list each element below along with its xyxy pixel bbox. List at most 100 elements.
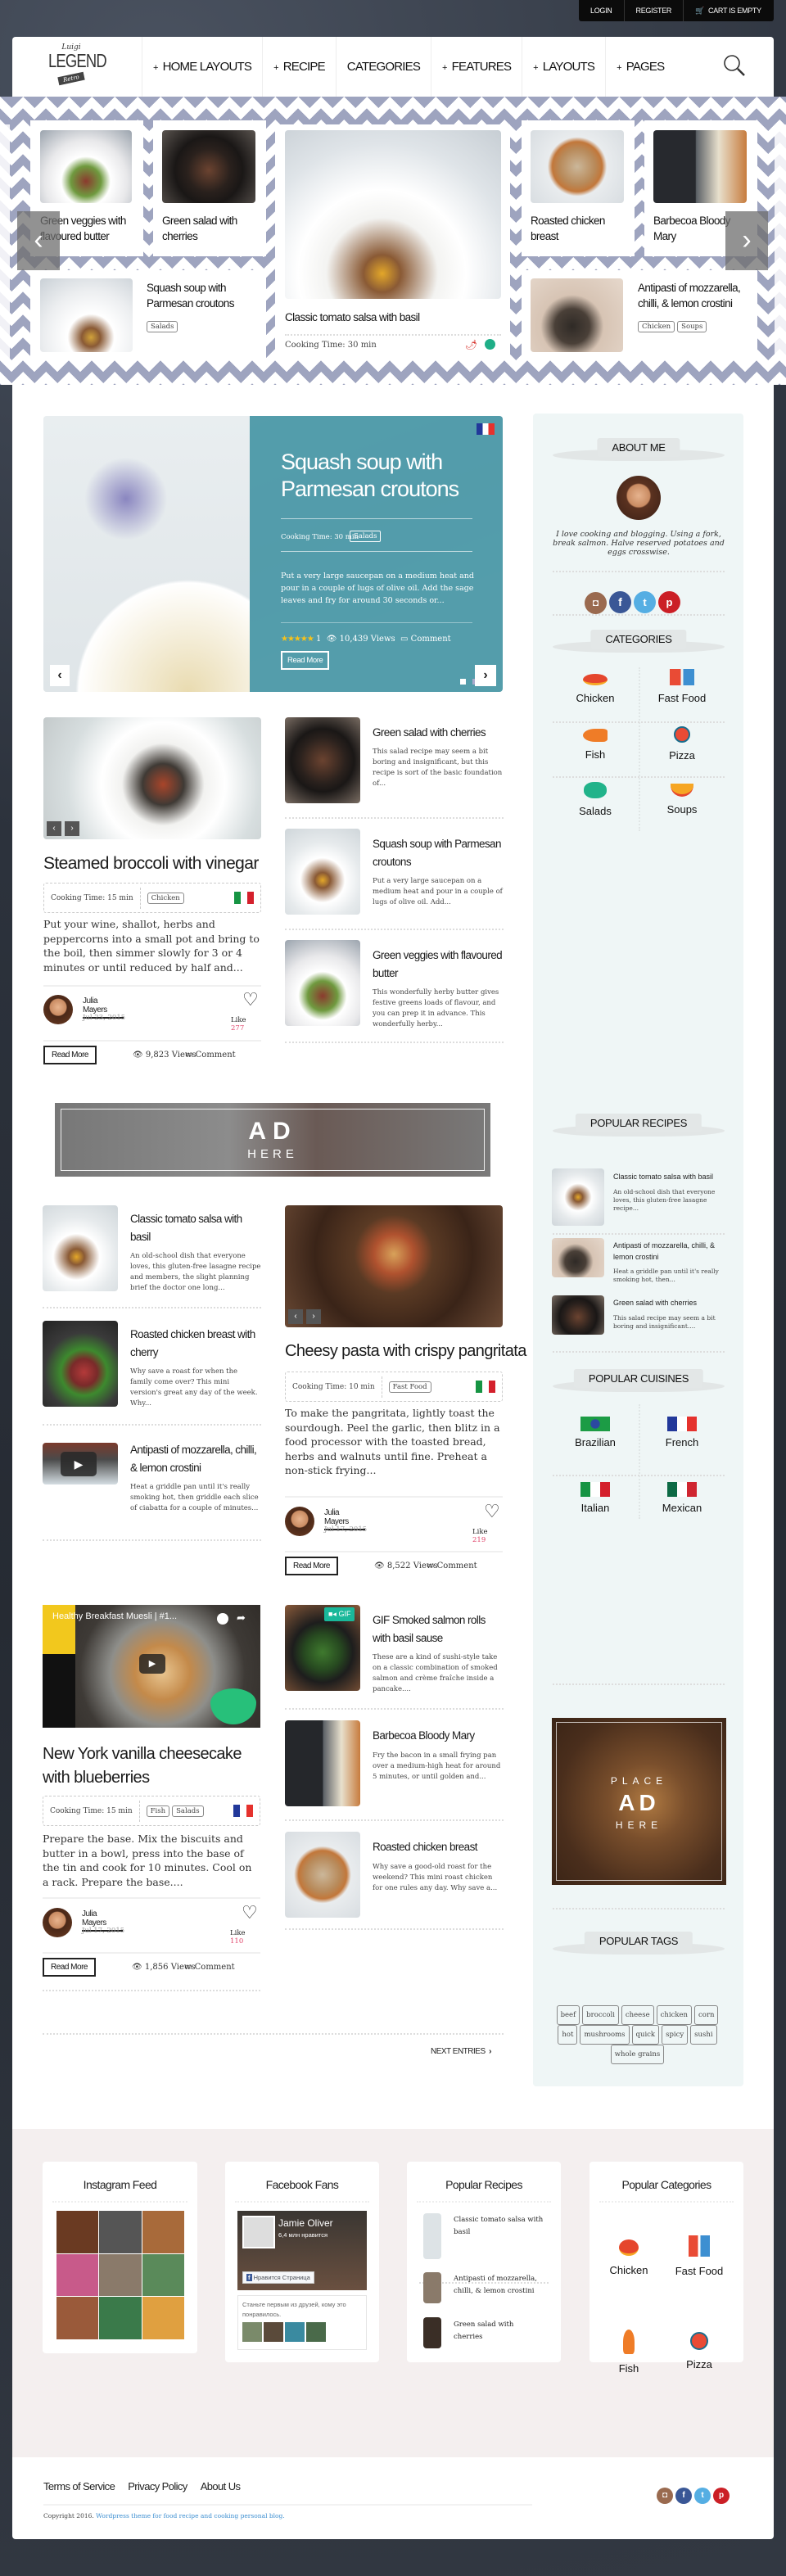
share-icon[interactable]: ➦ xyxy=(237,1611,246,1625)
cart-link[interactable]: 🛒 CART IS EMPTY xyxy=(684,0,773,21)
category-tag[interactable]: Fast Food xyxy=(388,1381,431,1393)
nav-recipe[interactable]: + RECIPE xyxy=(262,37,336,97)
slide-dot-active[interactable] xyxy=(460,679,466,685)
recipe-link[interactable]: Classic tomato salsa with basil xyxy=(454,2214,544,2239)
instagram-photo[interactable] xyxy=(99,2253,142,2297)
category-tag[interactable]: Fish xyxy=(146,1805,170,1817)
sidebar-ad[interactable]: PLACE AD HERE xyxy=(552,1718,726,1885)
facebook-icon[interactable]: f xyxy=(609,591,631,613)
category-salads[interactable]: Salads xyxy=(552,782,639,817)
list-thumb[interactable] xyxy=(285,1720,360,1806)
nav-features[interactable]: + FEATURES xyxy=(431,37,522,97)
recipe-link[interactable]: Green salad with cherries xyxy=(454,2319,544,2343)
login-link[interactable]: LOGIN xyxy=(579,0,625,21)
twitter-icon[interactable]: t xyxy=(694,2488,711,2504)
theme-link[interactable]: Wordpress theme for food recipe and cook… xyxy=(96,2512,285,2520)
nav-categories[interactable]: CATEGORIES xyxy=(335,37,431,97)
image-next-button[interactable]: › xyxy=(65,821,79,836)
list-title[interactable]: Barbecoa Bloody Mary xyxy=(373,1727,504,1745)
video-player[interactable]: Healthy Breakfast Muesli | #1... ▶ ➦ xyxy=(43,1605,260,1728)
nav-pages[interactable]: + PAGES xyxy=(605,37,675,97)
image-next-button[interactable]: › xyxy=(306,1309,321,1324)
read-more-button[interactable]: Read More xyxy=(43,1046,97,1064)
carousel-card[interactable]: Roasted chicken breast xyxy=(522,120,635,256)
instagram-icon[interactable]: ◘ xyxy=(585,592,607,614)
category-fast-food[interactable]: Fast Food xyxy=(666,2235,732,2277)
next-entries-link[interactable]: NEXT ENTRIES › xyxy=(431,2047,491,2056)
recipe-thumb[interactable] xyxy=(552,1168,604,1226)
instagram-photo[interactable] xyxy=(56,2297,99,2339)
image-prev-button[interactable]: ‹ xyxy=(288,1309,303,1324)
footer-link-about[interactable]: About Us xyxy=(201,2480,241,2492)
category-fish[interactable]: Fish xyxy=(596,2330,662,2375)
list-thumb[interactable] xyxy=(43,1205,118,1291)
author-avatar[interactable] xyxy=(43,1908,72,1937)
slider-prev-button[interactable]: ‹ xyxy=(50,665,70,686)
list-title[interactable]: GIF Smoked salmon rolls with basil sause xyxy=(373,1611,504,1647)
list-title[interactable]: Roasted chicken breast xyxy=(373,1838,504,1856)
nav-home-layouts[interactable]: + HOME LAYOUTS xyxy=(142,37,262,97)
instagram-icon[interactable]: ◘ xyxy=(657,2488,673,2504)
recipe-link[interactable]: Green salad with cherries xyxy=(613,1297,728,1308)
list-title[interactable]: Green salad with cherries xyxy=(373,724,504,742)
read-more-button[interactable]: Read More xyxy=(43,1958,96,1977)
comment-link[interactable]: Comment xyxy=(195,1963,235,1972)
category-tag[interactable]: Chicken xyxy=(638,321,675,332)
list-thumb[interactable] xyxy=(285,829,360,915)
image-prev-button[interactable]: ‹ xyxy=(47,821,61,836)
post-title[interactable]: Cheesy pasta with crispy pangritata xyxy=(285,1342,526,1361)
recipe-thumb[interactable] xyxy=(423,2213,441,2259)
recipe-thumb[interactable] xyxy=(552,1238,604,1277)
recipe-thumb[interactable] xyxy=(423,2317,441,2348)
recipe-thumb[interactable] xyxy=(423,2272,441,2303)
tag-link[interactable]: beef xyxy=(556,2005,580,2025)
category-tag[interactable]: Soups xyxy=(677,321,707,332)
tag-link[interactable]: cheese xyxy=(621,2005,654,2025)
register-link[interactable]: REGISTER xyxy=(625,0,684,21)
facebook-icon[interactable]: f xyxy=(675,2488,692,2504)
list-thumb[interactable] xyxy=(43,1321,118,1407)
list-title[interactable]: Antipasti of mozzarella, chilli, & lemon… xyxy=(130,1441,261,1477)
recipe-thumb[interactable] xyxy=(552,1295,604,1335)
post-title[interactable]: New York vanilla cheesecake with blueber… xyxy=(43,1742,247,1790)
tag-link[interactable]: quick xyxy=(631,2025,660,2045)
comment-link[interactable]: Comment xyxy=(196,1051,236,1060)
footer-link-privacy[interactable]: Privacy Policy xyxy=(128,2480,187,2492)
carousel-card-center[interactable]: Classic tomato salsa with basil Cooking … xyxy=(275,124,510,360)
pinterest-icon[interactable]: p xyxy=(658,591,680,613)
nav-layouts[interactable]: + LAYOUTS xyxy=(522,37,605,97)
pinterest-icon[interactable]: p xyxy=(713,2488,730,2504)
list-title[interactable]: Squash soup with Parmesan croutons xyxy=(373,835,504,871)
tag-link[interactable]: spicy xyxy=(662,2025,689,2045)
footer-link-terms[interactable]: Terms of Service xyxy=(43,2480,115,2492)
author-avatar[interactable] xyxy=(43,995,73,1024)
play-icon[interactable]: ▶ xyxy=(61,1452,97,1476)
play-icon[interactable]: ▶ xyxy=(139,1654,165,1674)
tag-link[interactable]: whole grains xyxy=(610,2045,665,2064)
instagram-photo[interactable] xyxy=(142,2211,184,2253)
instagram-photo[interactable] xyxy=(99,2211,142,2253)
heart-icon[interactable]: ♡ xyxy=(242,989,259,1010)
cuisine-mexican[interactable]: Mexican xyxy=(639,1482,725,1514)
post-title[interactable]: Steamed broccoli with vinegar xyxy=(43,854,259,874)
logo[interactable]: Luigi LEGEND Retro xyxy=(43,43,107,89)
category-fast-food[interactable]: Fast Food xyxy=(639,669,725,704)
rating-stars[interactable]: ★★★★★ xyxy=(281,635,314,644)
instagram-photo[interactable] xyxy=(99,2297,142,2339)
carousel-next-button[interactable]: › xyxy=(725,211,768,270)
category-pizza[interactable]: Pizza xyxy=(666,2332,732,2370)
comment-link[interactable]: Comment xyxy=(437,1561,477,1570)
instagram-photo[interactable] xyxy=(142,2297,184,2339)
slider-next-button[interactable]: › xyxy=(475,665,496,686)
category-fish[interactable]: Fish xyxy=(552,729,639,761)
instagram-photo[interactable] xyxy=(56,2211,99,2253)
cuisine-french[interactable]: French xyxy=(639,1417,725,1448)
tag-link[interactable]: hot xyxy=(558,2025,578,2045)
carousel-card[interactable]: Squash soup with Parmesan croutons Salad… xyxy=(30,270,266,360)
category-chicken[interactable]: Chicken xyxy=(552,674,639,704)
category-pizza[interactable]: Pizza xyxy=(639,726,725,762)
instagram-photo[interactable] xyxy=(56,2253,99,2297)
list-title[interactable]: Classic tomato salsa with basil xyxy=(130,1210,261,1246)
tag-link[interactable]: broccoli xyxy=(582,2005,619,2025)
ad-banner[interactable]: AD HERE xyxy=(55,1103,490,1177)
